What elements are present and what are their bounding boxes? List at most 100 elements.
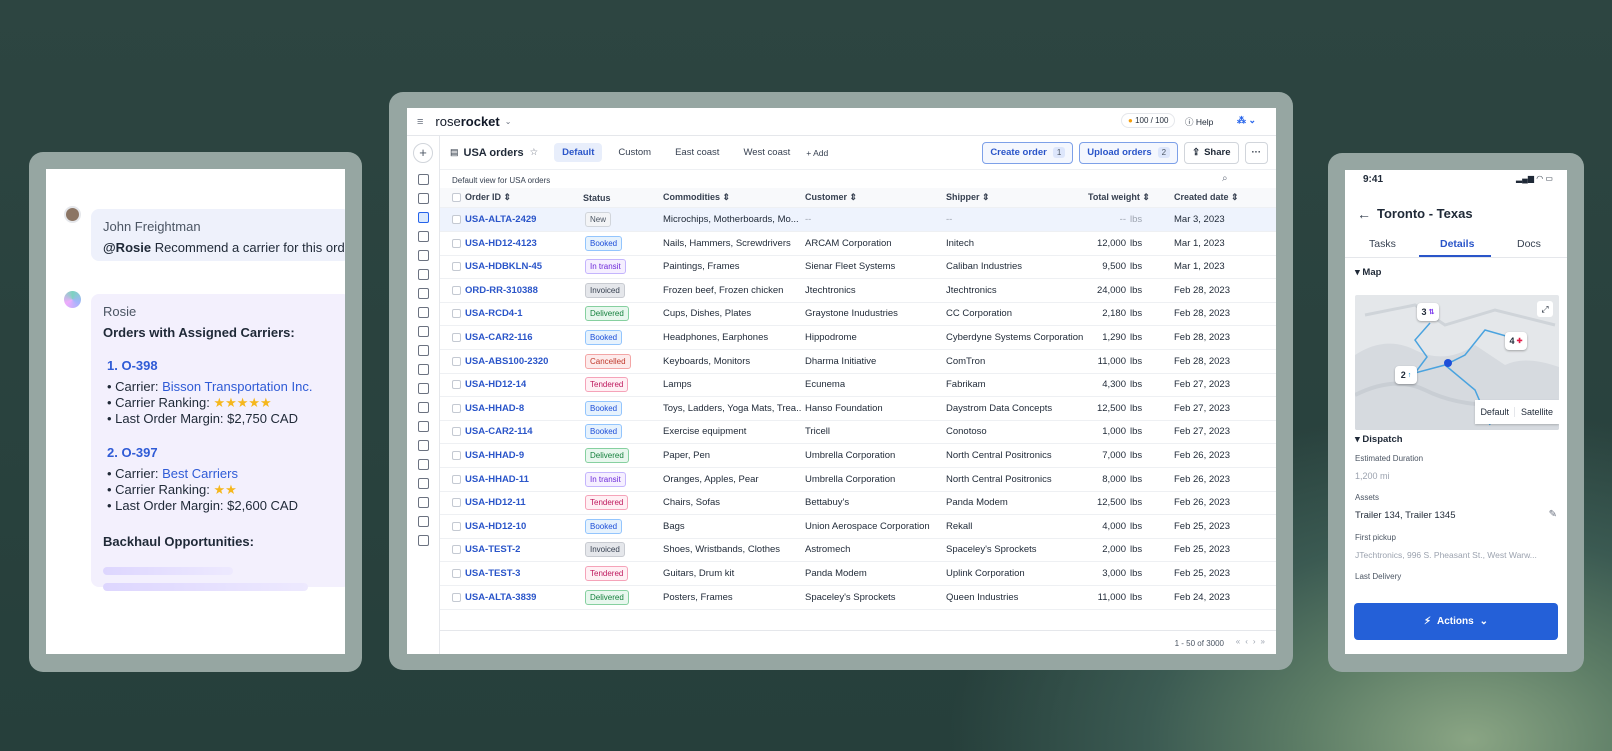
row-checkbox[interactable] (452, 545, 461, 555)
pagination-arrows[interactable]: «‹›» (1236, 637, 1270, 646)
order-id-link[interactable]: USA-HHAD-9 (465, 450, 524, 461)
table-row[interactable]: USA-HHAD-8 Booked Toys, Ladders, Yoga Mats… (440, 397, 1276, 421)
nav-icon[interactable] (418, 193, 429, 204)
credits-badge[interactable]: ● 100 / 100 (1121, 113, 1176, 128)
tab-docs[interactable]: Docs (1517, 238, 1541, 250)
add-view-button[interactable]: + Add (806, 148, 828, 158)
order-id-link[interactable]: USA-HD12-10 (465, 521, 526, 532)
dispatch-section-header[interactable]: ▾ Dispatch (1355, 434, 1403, 445)
help-link[interactable]: ⓘ Help (1185, 116, 1213, 128)
table-row[interactable]: USA-ALTA-3839 Delivered Posters, Frames Spa… (440, 586, 1276, 610)
order-id-link[interactable]: ORD-RR-310388 (465, 285, 538, 296)
row-checkbox[interactable] (452, 238, 461, 248)
back-arrow-icon[interactable]: ← (1357, 206, 1371, 222)
share-button[interactable]: ⇪ Share (1184, 141, 1239, 164)
table-row[interactable]: USA-CAR2-116 Booked Headphones, Earphones H… (440, 326, 1276, 350)
table-row[interactable]: USA-HHAD-11 In transit Oranges, Apples, Pe… (440, 468, 1276, 492)
row-checkbox[interactable] (452, 474, 461, 484)
table-row[interactable]: USA-HD12-4123 Booked Nails, Hammers, Screw… (440, 232, 1276, 256)
nav-icon[interactable] (418, 231, 429, 242)
column-header[interactable]: Created date ⇕ (1174, 192, 1239, 203)
order-id-link[interactable]: USA-HD12-14 (465, 379, 526, 390)
order-id-link[interactable]: USA-HD12-11 (465, 497, 526, 508)
order-link[interactable]: 1. O-398 (107, 358, 339, 373)
nav-icon[interactable] (418, 478, 429, 489)
row-checkbox[interactable] (452, 215, 461, 224)
select-all-checkbox[interactable] (452, 193, 461, 202)
row-checkbox[interactable] (452, 333, 461, 342)
order-id-link[interactable]: USA-TEST-2 (465, 544, 520, 555)
column-header[interactable]: Status (583, 193, 611, 203)
map-default-button[interactable]: Default (1475, 407, 1515, 417)
row-checkbox[interactable] (452, 451, 461, 460)
table-row[interactable]: USA-HHAD-9 Delivered Paper, Pen Umbrella Co… (440, 444, 1276, 468)
nav-icon[interactable] (418, 459, 429, 470)
upload-orders-button[interactable]: Upload orders 2 (1079, 141, 1179, 164)
nav-icon[interactable] (418, 440, 429, 451)
map-pin-3[interactable]: 3 ⇅ (1417, 303, 1439, 321)
column-header[interactable]: Commodities ⇕ (663, 192, 730, 203)
route-map[interactable]: 3 ⇅ 4 ✚ 2 ↑ ⤢ Default Satellite (1355, 295, 1559, 430)
search-icon[interactable]: ⌕ (1222, 173, 1228, 184)
column-header[interactable]: Total weight ⇕ (1088, 192, 1150, 203)
menu-icon[interactable]: ≡ (417, 116, 423, 128)
carrier-link[interactable]: Bisson Transportation Inc. (162, 379, 312, 394)
order-id-link[interactable]: USA-HHAD-11 (465, 474, 529, 485)
actions-button[interactable]: ⚡︎ Actions ⌄ (1354, 603, 1558, 640)
table-row[interactable]: USA-RCD4-1 Delivered Cups, Dishes, Plates G… (440, 302, 1276, 327)
order-id-link[interactable]: USA-RCD4-1 (465, 308, 523, 319)
map-section-header[interactable]: ▾ Map (1355, 267, 1381, 278)
account-icon[interactable]: ⁂ ⌄ (1237, 115, 1256, 126)
nav-icon[interactable] (418, 497, 429, 508)
row-checkbox[interactable] (452, 403, 461, 413)
nav-icon[interactable] (418, 174, 429, 185)
tab-details[interactable]: Details (1440, 238, 1474, 250)
nav-icon[interactable] (418, 383, 429, 394)
nav-icon[interactable] (418, 307, 429, 318)
edit-icon[interactable]: ✎ (1549, 509, 1557, 520)
row-checkbox[interactable] (452, 498, 461, 508)
nav-icon[interactable] (418, 516, 429, 527)
map-satellite-button[interactable]: Satellite (1515, 407, 1559, 417)
table-row[interactable]: USA-CAR2-114 Booked Exercise equipment Tric… (440, 420, 1276, 445)
table-row[interactable]: USA-TEST-2 Invoiced Shoes, Wristbands, Clo… (440, 538, 1276, 563)
row-checkbox[interactable] (452, 592, 461, 602)
table-row[interactable]: USA-ALTA-2429 New Microchips, Motherboards… (440, 208, 1276, 232)
tab-custom[interactable]: Custom (618, 147, 651, 158)
order-id-link[interactable]: USA-ALTA-3839 (465, 592, 536, 603)
row-checkbox[interactable] (452, 285, 461, 295)
carrier-link[interactable]: Best Carriers (162, 466, 238, 481)
tab-east-coast[interactable]: East coast (675, 147, 719, 158)
order-id-link[interactable]: USA-CAR2-116 (465, 332, 533, 343)
column-header[interactable]: Order ID ⇕ (465, 192, 511, 203)
orders-nav-icon[interactable] (418, 212, 429, 223)
tab-tasks[interactable]: Tasks (1369, 238, 1396, 250)
row-checkbox[interactable] (452, 427, 461, 437)
chevron-down-icon[interactable]: ⌄ (505, 117, 512, 126)
add-icon[interactable]: + (413, 143, 433, 163)
row-checkbox[interactable] (452, 380, 461, 390)
nav-icon[interactable] (418, 326, 429, 337)
table-row[interactable]: USA-HD12-14 Tendered Lamps Ecunema Fabrikam 4… (440, 373, 1276, 398)
table-row[interactable]: USA-ABS100-2320 Cancelled Keyboards, Monit… (440, 350, 1276, 374)
order-id-link[interactable]: USA-ABS100-2320 (465, 356, 548, 367)
row-checkbox[interactable] (452, 309, 461, 319)
mention[interactable]: @Rosie (103, 240, 151, 255)
order-id-link[interactable]: USA-HD12-4123 (465, 238, 537, 249)
row-checkbox[interactable] (452, 356, 461, 366)
order-id-link[interactable]: USA-HDBKLN-45 (465, 261, 542, 272)
create-order-button[interactable]: Create order 1 (982, 141, 1074, 164)
more-button[interactable]: ··· (1244, 141, 1268, 164)
tab-west-coast[interactable]: West coast (743, 147, 790, 158)
table-row[interactable]: USA-HD12-11 Tendered Chairs, Sofas Bettabuy… (440, 491, 1276, 516)
order-link[interactable]: 2. O-397 (107, 445, 339, 460)
tab-default[interactable]: Default (554, 143, 603, 162)
order-id-link[interactable]: USA-TEST-3 (465, 568, 520, 579)
order-id-link[interactable]: USA-ALTA-2429 (465, 214, 536, 225)
row-checkbox[interactable] (452, 569, 461, 578)
table-row[interactable]: USA-HDBKLN-45 In transit Paintings, Frames… (440, 255, 1276, 280)
table-row[interactable]: USA-HD12-10 Booked Bags Union Aerospace Cor… (440, 515, 1276, 539)
table-row[interactable]: ORD-RR-310388 Invoiced Frozen beef, Frozen… (440, 279, 1276, 303)
expand-icon[interactable]: ⤢ (1537, 301, 1553, 317)
nav-icon[interactable] (418, 250, 429, 261)
